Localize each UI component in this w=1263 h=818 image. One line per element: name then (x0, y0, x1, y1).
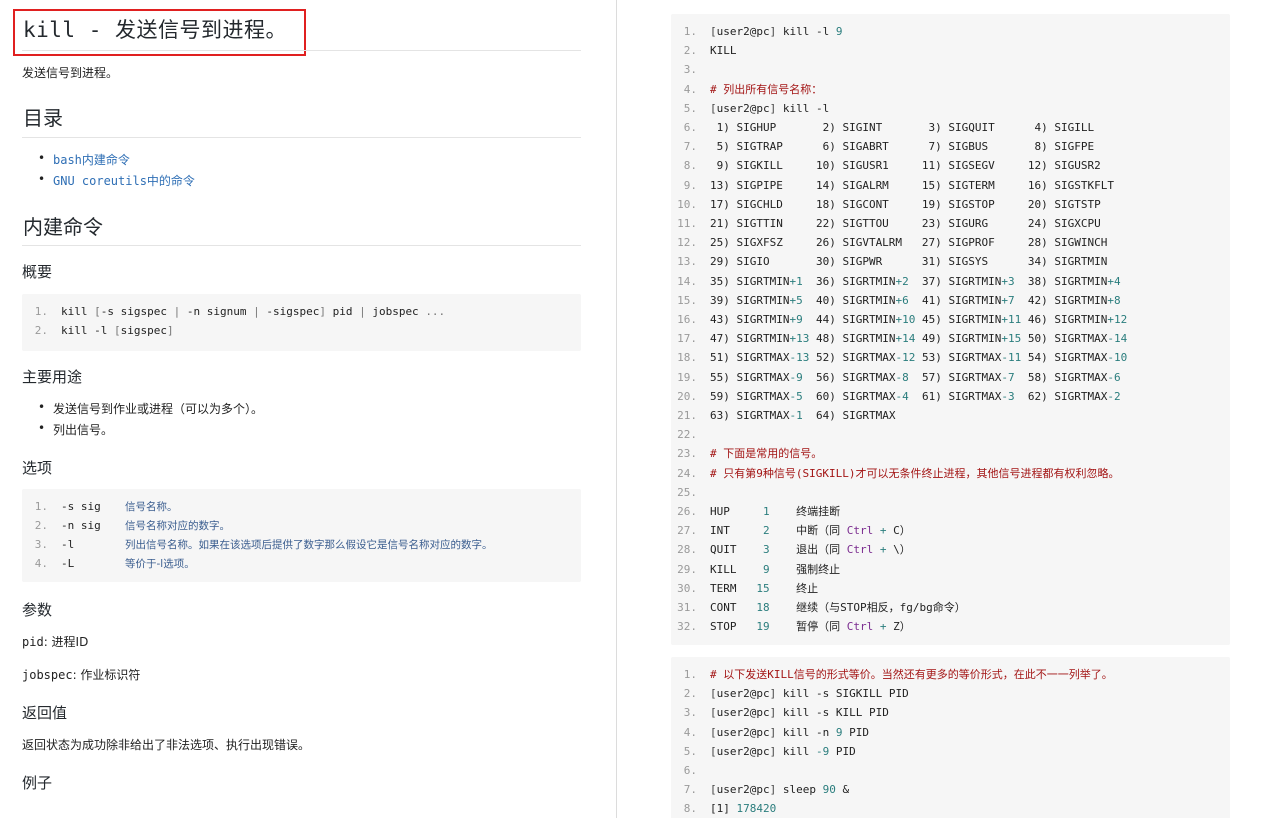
code-line: 2. [user2@pc] kill -s SIGKILL PID (683, 687, 909, 701)
toc-link-builtin[interactable]: bash内建命令 (53, 153, 130, 167)
code-line: 26. HUP 1 终端挂断 (677, 505, 841, 518)
overview-heading: 概要 (22, 263, 53, 281)
options-code-block: 1. -s sig 信号名称。 2. -n sig 信号名称对应的数字。 3. -l 列出信… (22, 489, 581, 582)
summary-text: 发送信号到进程。 (22, 66, 119, 80)
code-line: 23. # 下面是常用的信号。 (677, 447, 823, 461)
code-line: 14. 35) SIGRTMIN+1 36) SIGRTMIN+2 37) SIG… (677, 274, 1121, 288)
code-line: 9. 13) SIGPIPE 14) SIGALRM 15) SIGTERM 16… (683, 178, 1114, 192)
divider (22, 245, 581, 246)
synopsis-line-2: kill -l [sigspec] (61, 324, 174, 337)
toc-heading: 目录 (23, 106, 63, 130)
code-line: 11. 21) SIGTTIN 22) SIGTTOU 23) SIGURG 24… (677, 217, 1101, 230)
code-line: 20. 59) SIGRTMAX-5 60) SIGRTMAX-4 61) SIG… (677, 389, 1121, 403)
code-line: 25. (677, 485, 697, 499)
divider (22, 137, 581, 138)
code-line: 6. (683, 764, 697, 777)
return-text: 返回状态为成功除非给出了非法选项、执行出现错误。 (22, 738, 311, 752)
code-line: 22. (677, 428, 697, 442)
code-line: 1. kill [-s sigspec | -n signum | -sigspe… (34, 305, 446, 318)
toc-link-coreutils[interactable]: GNU coreutils中的命令 (53, 174, 195, 188)
code-line: 5. [user2@pc] kill -9 PID (683, 744, 856, 758)
code-line: 28. QUIT 3 退出（同 Ctrl + \） (677, 543, 911, 557)
code-line: 27. INT 2 中断（同 Ctrl + C） (677, 524, 911, 538)
code-line: 6. 1) SIGHUP 2) SIGINT 3) SIGQUIT 4) SIG… (683, 121, 1095, 134)
option-row: 2. -n sig 信号名称对应的数字。 (34, 519, 230, 532)
page-title: kill - 发送信号到进程。 (23, 18, 288, 42)
code-line: 13. 29) SIGIO 30) SIGPWR 31) SIGSYS 34) S… (677, 255, 1108, 269)
code-line: 29. KILL 9 强制终止 (677, 562, 841, 576)
left-document-pane: kill - 发送信号到进程。 发送信号到进程。 目录 bash内建命令 GNU… (0, 0, 616, 818)
code-line: 7. 5) SIGTRAP 6) SIGABRT 7) SIGBUS 8) SI… (683, 140, 1095, 154)
code-line: 19. 55) SIGRTMAX-9 56) SIGRTMAX-8 57) SIG… (677, 370, 1121, 384)
usage-heading: 主要用途 (22, 368, 83, 386)
code-line: 8. [1] 178420 (683, 802, 777, 816)
code-line: 3. (683, 63, 697, 77)
signals-code-block: 1. [user2@pc] kill -l 9 2. KILL 3. 4. # 列出所有信号… (671, 14, 1230, 645)
code-line: 31. CONT 18 继续（与STOP相反，fg/bg命令） (677, 601, 966, 614)
usage-item: 列出信号。 (38, 421, 113, 438)
code-line: 15. 39) SIGRTMIN+5 40) SIGRTMIN+6 41) SIG… (677, 293, 1121, 307)
code-line: 5. [user2@pc] kill -l (683, 101, 830, 115)
section-heading-builtin: 内建命令 (23, 215, 103, 239)
synopsis-line-1: kill [-s sigspec | -n signum | -sigspec]… (61, 305, 446, 318)
toc-item[interactable]: GNU coreutils中的命令 (38, 172, 195, 189)
code-line: 24. # 只有第9种信号(SIGKILL)才可以无条件终止进程，其他信号进程都有… (677, 466, 1120, 480)
options-heading: 选项 (22, 459, 53, 477)
usage-item: 发送信号到作业或进程（可以为多个）。 (38, 400, 263, 417)
code-line: 8. 9) SIGKILL 10) SIGUSR1 11) SIGSEGV 12… (683, 159, 1101, 173)
param-jobspec: jobspec: 作业标识符 (22, 668, 141, 682)
code-line: 4. [user2@pc] kill -n 9 PID (683, 725, 869, 739)
code-line: 10. 17) SIGCHLD 18) SIGCONT 19) SIGSTOP 2… (677, 197, 1101, 211)
divider (22, 50, 581, 51)
code-line: 30. TERM 15 终止 (677, 581, 819, 595)
option-row: 3. -l 列出信号名称。如果在该选项后提供了数字那么假设它是信号名称对应的数字。 (34, 538, 493, 551)
examples-heading: 例子 (22, 774, 53, 792)
option-row: 1. -s sig 信号名称。 (34, 500, 178, 513)
code-line: 1. # 以下发送KILL信号的形式等价。当然还有更多的等价形式，在此不一一列举了… (683, 668, 1113, 681)
code-line: 4. # 列出所有信号名称： (683, 82, 823, 96)
code-line: 2. KILL (683, 44, 737, 58)
code-line: 12. 25) SIGXFSZ 26) SIGVTALRM 27) SIGPROF… (677, 236, 1108, 250)
code-line: 32. STOP 19 暂停（同 Ctrl + Z） (677, 620, 911, 634)
option-row: 4. -L 等价于-l选项。 (34, 557, 195, 570)
return-heading: 返回值 (22, 704, 68, 722)
params-heading: 参数 (22, 601, 53, 619)
synopsis-code-block: 1. kill [-s sigspec | -n signum | -sigspe… (22, 294, 581, 351)
code-line: 18. 51) SIGRTMAX-13 52) SIGRTMAX-12 53) S… (677, 351, 1128, 365)
code-line: 7. [user2@pc] sleep 90 & (683, 783, 850, 797)
toc-item[interactable]: bash内建命令 (38, 151, 130, 168)
code-line: 3. [user2@pc] kill -s KILL PID (683, 706, 889, 720)
code-line: 1. [user2@pc] kill -l 9 (683, 25, 843, 38)
code-line: 16. 43) SIGRTMIN+9 44) SIGRTMIN+10 45) SI… (677, 313, 1128, 326)
examples-code-block: 1. # 以下发送KILL信号的形式等价。当然还有更多的等价形式，在此不一一列举了… (671, 657, 1230, 818)
param-pid: pid: 进程ID (22, 635, 89, 649)
code-line: 2. kill -l [sigspec] (34, 324, 174, 337)
code-line: 21. 63) SIGRTMAX-1 64) SIGRTMAX (677, 409, 896, 422)
right-code-pane: 1. [user2@pc] kill -l 9 2. KILL 3. 4. # 列出所有信号… (617, 0, 1263, 818)
code-line: 17. 47) SIGRTMIN+13 48) SIGRTMIN+14 49) S… (677, 332, 1128, 346)
